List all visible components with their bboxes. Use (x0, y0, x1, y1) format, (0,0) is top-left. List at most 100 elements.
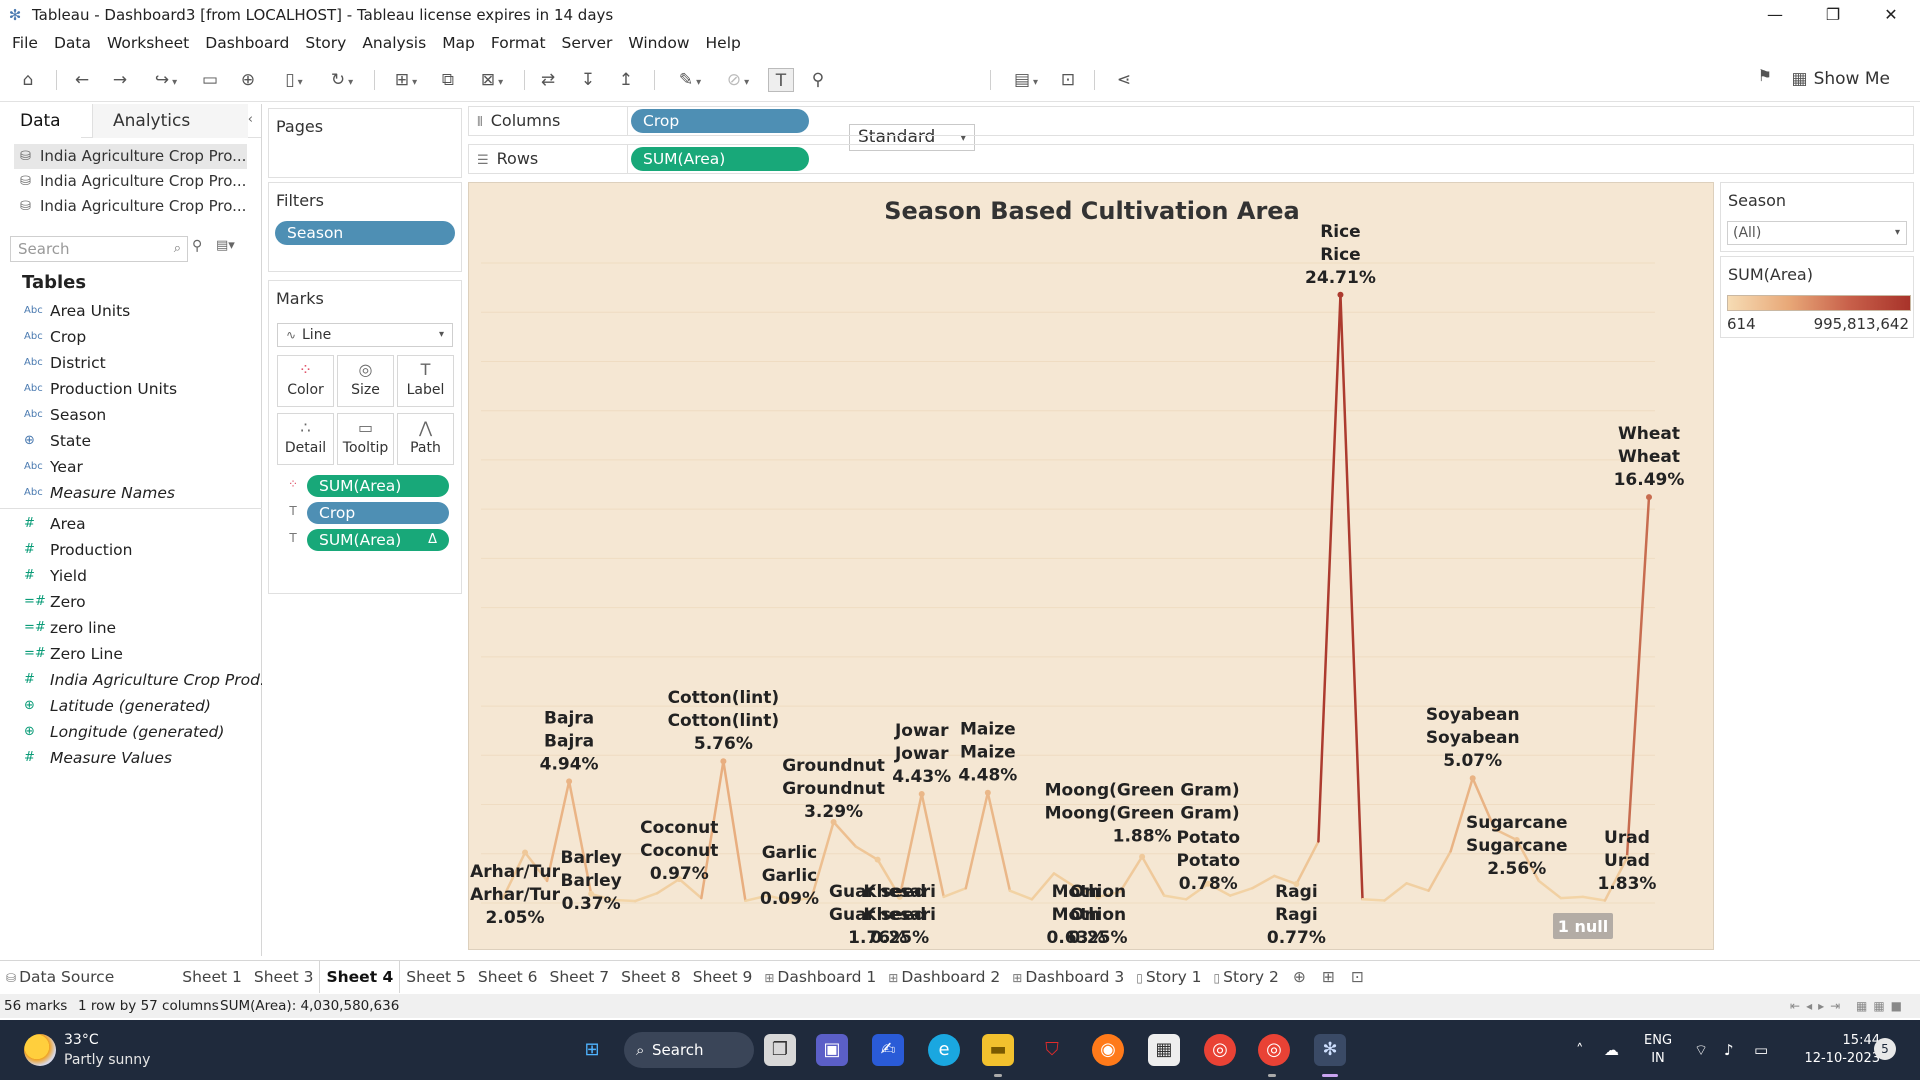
datasource-item[interactable]: ⛁ India Agriculture Crop Pro... (14, 169, 247, 194)
share-icon[interactable]: ⋖ (1112, 68, 1136, 92)
data-point[interactable] (1139, 853, 1146, 860)
sheet-tab[interactable]: ▯ Story 1 (1130, 961, 1207, 993)
filter-icon[interactable]: ⚲ (192, 238, 202, 254)
line-segment[interactable] (1295, 840, 1320, 886)
duplicate-icon[interactable]: ⧉ (436, 68, 460, 92)
mark-type-select[interactable]: ∿ Line ▾ (277, 323, 453, 347)
sheet-tab[interactable]: ⛁ Data Source (0, 961, 120, 993)
chrome-icon[interactable]: ◎ (1204, 1034, 1236, 1066)
sort-ascending-icon[interactable]: ↧ (576, 68, 600, 92)
edge-icon[interactable]: e (928, 1034, 960, 1066)
sheet-tab[interactable]: Sheet 6 (472, 961, 544, 993)
line-segment[interactable] (854, 845, 879, 861)
data-point[interactable] (1337, 291, 1344, 298)
sheet-tab[interactable]: ⊞ Dashboard 3 (1006, 961, 1130, 993)
data-point[interactable] (984, 789, 991, 796)
redo-icon[interactable]: → (108, 68, 132, 92)
color-button[interactable]: ⁘ Color (277, 355, 334, 407)
new-worksheet-icon[interactable]: ⊞ (386, 68, 426, 92)
data-point[interactable] (874, 856, 881, 863)
data-point[interactable] (1646, 494, 1652, 501)
season-filter-select[interactable]: (All) ▾ (1727, 221, 1907, 245)
line-segment[interactable] (1361, 898, 1386, 902)
minimize-button[interactable]: — (1746, 0, 1804, 30)
line-segment[interactable] (1405, 882, 1430, 892)
rows-shelf[interactable]: ☰ Rows SUM(Area) (468, 144, 1914, 174)
battery-icon[interactable]: ▭ (1754, 1020, 1768, 1080)
field-item[interactable]: =# Zero (0, 589, 262, 615)
data-point[interactable] (720, 758, 727, 765)
collapse-icon[interactable]: ‹ (248, 112, 253, 127)
pen-app-icon[interactable]: ✍ (872, 1034, 904, 1066)
line-segment[interactable] (1140, 855, 1166, 897)
filter-pill-season[interactable]: Season (275, 221, 455, 245)
field-item[interactable]: Abc Measure Names (0, 480, 262, 506)
group-icon[interactable]: ⊘ (718, 68, 758, 92)
tableau-taskbar-icon[interactable]: ✻ (1314, 1034, 1346, 1066)
line-segment[interactable] (986, 791, 1012, 892)
show-labels-icon[interactable]: T (768, 68, 794, 92)
menu-story[interactable]: Story (297, 34, 354, 52)
undo-icon[interactable]: ← (70, 68, 94, 92)
pages-card[interactable]: Pages (268, 108, 462, 178)
columns-shelf[interactable]: ⦀ Columns Crop (468, 106, 1914, 136)
datasource-item[interactable]: ⛁ India Agriculture Crop Pro... (14, 144, 247, 169)
line-segment[interactable] (1251, 874, 1276, 890)
replay-icon[interactable]: ↪ (146, 68, 186, 92)
view-options-icon[interactable]: ▤▾ (216, 238, 235, 253)
menu-window[interactable]: Window (620, 34, 697, 52)
line-segment[interactable] (1625, 495, 1651, 860)
tab-data[interactable]: Data (0, 104, 81, 138)
view-navigation-icons[interactable]: ⇤◂▸⇥ ▦▦■ (1790, 994, 1908, 1018)
chrome-profile-icon[interactable]: ◎ (1258, 1034, 1290, 1066)
wifi-icon[interactable]: ⌔ (1694, 1020, 1708, 1080)
line-segment[interactable] (1427, 850, 1452, 892)
datasource-item[interactable]: ⛁ India Agriculture Crop Pro... (14, 194, 247, 219)
close-button[interactable]: ✕ (1862, 0, 1920, 30)
menu-data[interactable]: Data (46, 34, 99, 52)
data-point[interactable] (1469, 775, 1476, 782)
sort-descending-icon[interactable]: ↥ (614, 68, 638, 92)
line-segment[interactable] (1581, 895, 1607, 902)
taskbar-search[interactable]: ⌕ Search (624, 1032, 754, 1068)
line-chart[interactable]: Season Based Cultivation AreaArhar/Tur Ar… (469, 183, 1715, 951)
field-item[interactable]: Abc Area Units (0, 298, 262, 324)
mark-pill-label-sum-area[interactable]: SUM(Area) Δ (307, 529, 449, 551)
field-item[interactable]: # Yield (0, 563, 262, 589)
field-item[interactable]: # Area (0, 511, 262, 537)
rows-pill-sum-area[interactable]: SUM(Area) (631, 147, 809, 171)
menu-file[interactable]: File (4, 34, 46, 52)
mark-pill-label-crop[interactable]: Crop (307, 502, 449, 524)
new-datasource-icon[interactable]: ⊕ (236, 68, 260, 92)
weather-icon[interactable] (24, 1034, 56, 1066)
field-item[interactable]: Abc Season (0, 402, 262, 428)
menu-format[interactable]: Format (483, 34, 554, 52)
line-segment[interactable] (633, 891, 659, 903)
firefox-icon[interactable]: ◉ (1092, 1034, 1124, 1066)
field-item[interactable]: # Production (0, 537, 262, 563)
field-item[interactable]: =# zero line (0, 615, 262, 641)
sheet-tab[interactable]: Sheet 7 (544, 961, 616, 993)
task-view-icon[interactable]: ❐ (764, 1034, 796, 1066)
new-story-icon[interactable]: ⊡ (1343, 961, 1372, 993)
size-button[interactable]: ◎ Size (337, 355, 394, 407)
pause-updates-icon[interactable]: ▯ (274, 68, 314, 92)
presentation-mode-icon[interactable]: ⊡ (1056, 68, 1080, 92)
tooltip-button[interactable]: ▭ Tooltip (337, 413, 394, 465)
new-dashboard-icon[interactable]: ⊞ (1314, 961, 1343, 993)
field-item[interactable]: ⊕ Longitude (generated) (0, 719, 262, 745)
data-point[interactable] (522, 849, 529, 856)
line-segment[interactable] (964, 791, 990, 890)
language-indicator[interactable]: ENG IN (1644, 1032, 1672, 1068)
line-segment[interactable] (1317, 293, 1342, 843)
line-segment[interactable] (1383, 882, 1408, 902)
field-item[interactable]: # India Agriculture Crop Prod... (0, 667, 262, 693)
mcafee-icon[interactable]: ⛉ (1036, 1034, 1068, 1066)
restore-button[interactable]: ❐ (1804, 0, 1862, 30)
data-point[interactable] (918, 790, 925, 797)
teams-icon[interactable]: ▣ (816, 1034, 848, 1066)
field-item[interactable]: Abc Year (0, 454, 262, 480)
show-hidden-icons[interactable]: ˄ (1576, 1020, 1584, 1080)
show-me-button[interactable]: ▦ Show Me (1792, 66, 1890, 92)
menu-worksheet[interactable]: Worksheet (99, 34, 197, 52)
